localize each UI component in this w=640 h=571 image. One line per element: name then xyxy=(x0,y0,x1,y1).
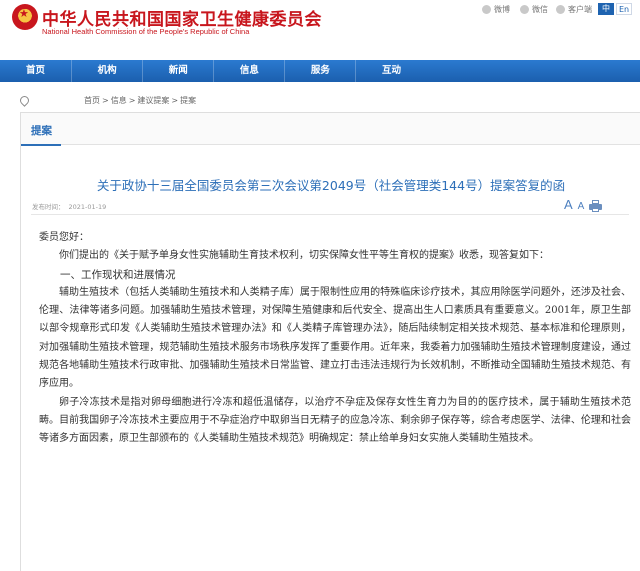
article-tools: A A xyxy=(564,197,603,212)
site-subtitle: National Health Commission of the People… xyxy=(42,27,250,36)
publish-date: 发布时间： 2021-01-19 xyxy=(32,201,106,211)
nav-item-news[interactable]: 新闻 xyxy=(142,60,213,82)
site-header: 中华人民共和国国家卫生健康委员会 National Health Commiss… xyxy=(0,0,640,56)
section-tab-proposals[interactable]: 提案 xyxy=(21,123,61,146)
article-body: 委员您好： 你们提出的《关于赋予单身女性实施辅助生育技术权利，切实保障女性平等生… xyxy=(39,229,631,449)
breadcrumb-information[interactable]: 信息 xyxy=(111,95,127,106)
breadcrumb: 首页 > 信息 > 建议提案 > 提案 xyxy=(18,94,196,107)
breadcrumb-suggestions[interactable]: 建议提案 xyxy=(137,95,169,106)
nav-item-institutions[interactable]: 机构 xyxy=(71,60,142,82)
paragraph-intro: 你们提出的《关于赋予单身女性实施辅助生育技术权利，切实保障女性平等生育权的提案》… xyxy=(59,250,549,262)
paragraph-1: 辅助生殖技术（包括人类辅助生殖技术和人类精子库）属于限制性应用的特殊临床诊疗技术… xyxy=(39,286,631,390)
breadcrumb-separator: > xyxy=(128,96,136,105)
paragraph-2: 卵子冷冻技术是指对卵母细胞进行冷冻和超低温储存，以治疗不孕症及保存女性生育力为目… xyxy=(39,396,631,445)
main-nav: 首页 机构 新闻 信息 服务 互动 xyxy=(0,60,640,82)
app-icon xyxy=(556,5,565,14)
greeting: 委员您好： xyxy=(39,232,89,243)
font-size-small-button[interactable]: A xyxy=(578,201,585,212)
print-icon[interactable] xyxy=(589,200,603,212)
breadcrumb-separator: > xyxy=(171,96,179,105)
section-heading: 一、工作现状和进展情况 xyxy=(60,268,176,281)
location-pin-icon xyxy=(18,94,31,107)
nav-item-information[interactable]: 信息 xyxy=(213,60,284,82)
app-link[interactable]: 客户端 xyxy=(556,4,592,15)
wechat-link[interactable]: 微信 xyxy=(520,4,548,15)
title-divider xyxy=(31,214,629,215)
app-label: 客户端 xyxy=(568,5,592,14)
publish-date-label: 发布时间： xyxy=(32,203,65,211)
weibo-link[interactable]: 微博 xyxy=(482,4,510,15)
font-size-large-button[interactable]: A xyxy=(564,197,573,212)
lang-en-button[interactable]: En xyxy=(616,3,632,15)
lang-zh-button[interactable]: 中 xyxy=(598,3,614,15)
publish-date-value: 2021-01-19 xyxy=(68,203,107,211)
nav-item-home[interactable]: 首页 xyxy=(0,60,71,82)
content-frame: 提案 关于政协十三届全国委员会第三次会议第2049号（社会管理类144号）提案答… xyxy=(20,112,640,571)
breadcrumb-separator: > xyxy=(102,96,109,105)
weibo-label: 微博 xyxy=(494,5,510,14)
weibo-icon xyxy=(482,5,491,14)
nav-item-interaction[interactable]: 互动 xyxy=(355,60,426,82)
nav-item-services[interactable]: 服务 xyxy=(284,60,355,82)
breadcrumb-proposals[interactable]: 提案 xyxy=(180,95,196,106)
section-tab-bar: 提案 xyxy=(21,113,640,146)
wechat-label: 微信 xyxy=(532,5,548,14)
national-emblem-icon[interactable] xyxy=(12,4,38,30)
wechat-icon xyxy=(520,5,529,14)
breadcrumb-home[interactable]: 首页 xyxy=(84,95,100,106)
article-title: 关于政协十三届全国委员会第三次会议第2049号（社会管理类144号）提案答复的函 xyxy=(96,178,566,193)
